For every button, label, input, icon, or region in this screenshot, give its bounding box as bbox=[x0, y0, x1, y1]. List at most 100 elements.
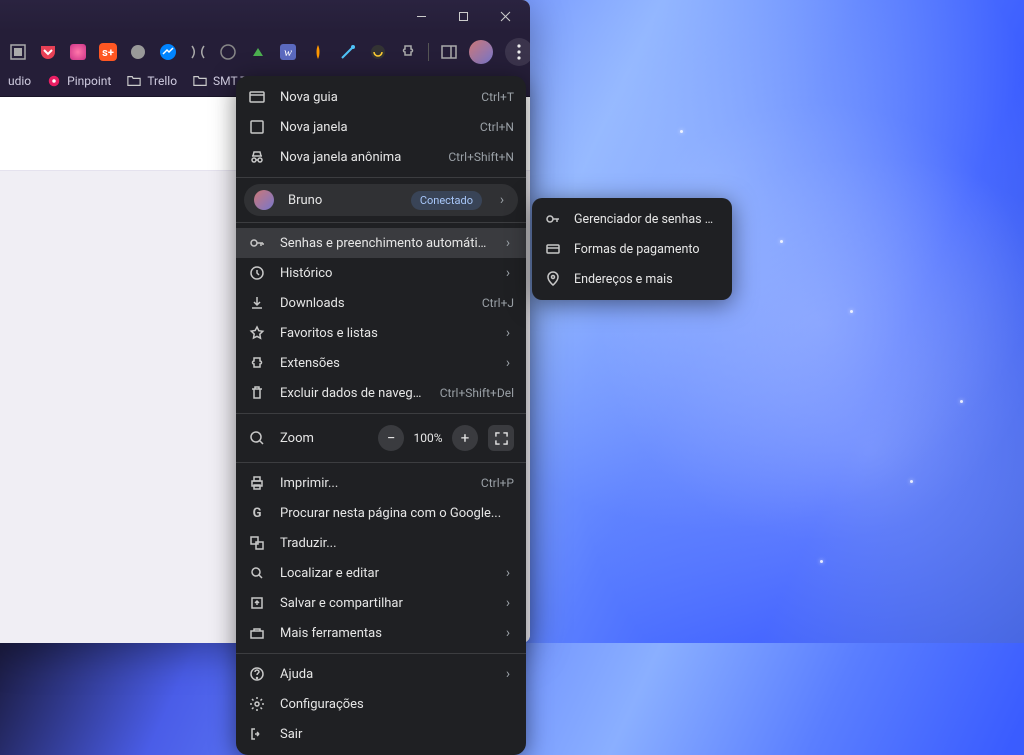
extension-icon-10[interactable] bbox=[368, 42, 388, 62]
translate-icon bbox=[248, 534, 266, 552]
read-mode-icon[interactable] bbox=[8, 42, 28, 62]
chevron-right-icon: › bbox=[502, 595, 514, 611]
menu-exit[interactable]: Sair bbox=[236, 719, 526, 749]
menu-label: Localizar e editar bbox=[280, 566, 488, 581]
menu-shortcut: Ctrl+Shift+Del bbox=[440, 386, 514, 400]
menu-label: Gerenciador de senhas do Google bbox=[574, 212, 720, 227]
fullscreen-button[interactable] bbox=[488, 425, 514, 451]
menu-shortcut: Ctrl+P bbox=[481, 476, 514, 490]
menu-label: Excluir dados de navegação... bbox=[280, 386, 426, 401]
minimize-button[interactable] bbox=[400, 2, 442, 30]
key-icon bbox=[248, 234, 266, 252]
menu-save-share[interactable]: Salvar e compartilhar › bbox=[236, 588, 526, 618]
menu-label: Downloads bbox=[280, 296, 468, 311]
extension-icon-9[interactable] bbox=[338, 42, 358, 62]
profile-avatar-icon bbox=[254, 190, 274, 210]
bookmark-label: Pinpoint bbox=[67, 74, 111, 88]
chrome-menu-button[interactable] bbox=[505, 38, 530, 66]
menu-new-window[interactable]: Nova janela Ctrl+N bbox=[236, 112, 526, 142]
extension-icon-3[interactable] bbox=[128, 42, 148, 62]
print-icon bbox=[248, 474, 266, 492]
menu-profile[interactable]: Bruno Conectado › bbox=[244, 184, 518, 216]
menu-label: Zoom bbox=[280, 431, 364, 446]
menu-settings[interactable]: Configurações bbox=[236, 689, 526, 719]
chevron-right-icon: › bbox=[502, 625, 514, 641]
menu-label: Favoritos e listas bbox=[280, 326, 488, 341]
menu-print[interactable]: Imprimir... Ctrl+P bbox=[236, 468, 526, 498]
chevron-right-icon: › bbox=[502, 325, 514, 341]
zoom-out-button[interactable]: − bbox=[378, 425, 404, 451]
side-panel-icon[interactable] bbox=[439, 42, 459, 62]
close-button[interactable] bbox=[484, 2, 526, 30]
exit-icon bbox=[248, 725, 266, 743]
toolbox-icon bbox=[248, 624, 266, 642]
extensions-puzzle-icon[interactable] bbox=[398, 42, 418, 62]
submenu-addresses[interactable]: Endereços e mais bbox=[532, 264, 732, 294]
chevron-right-icon: › bbox=[502, 565, 514, 581]
chevron-right-icon: › bbox=[496, 192, 508, 208]
extensions-toolbar: s+ w bbox=[0, 32, 530, 70]
submenu-password-manager[interactable]: Gerenciador de senhas do Google bbox=[532, 204, 732, 234]
menu-help[interactable]: Ajuda › bbox=[236, 659, 526, 689]
maximize-button[interactable] bbox=[442, 2, 484, 30]
extension-icon-6[interactable] bbox=[248, 42, 268, 62]
extension-icon-1[interactable] bbox=[68, 42, 88, 62]
menu-label: Formas de pagamento bbox=[574, 242, 720, 257]
profile-name: Bruno bbox=[288, 193, 397, 208]
submenu-payment[interactable]: Formas de pagamento bbox=[532, 234, 732, 264]
menu-label: Imprimir... bbox=[280, 476, 467, 491]
menu-incognito[interactable]: Nova janela anônima Ctrl+Shift+N bbox=[236, 142, 526, 172]
chevron-right-icon: › bbox=[502, 265, 514, 281]
menu-search-google[interactable]: G Procurar nesta página com o Google... bbox=[236, 498, 526, 528]
menu-shortcut: Ctrl+J bbox=[482, 296, 514, 310]
zoom-value: 100% bbox=[408, 431, 448, 445]
menu-separator bbox=[236, 222, 526, 223]
menu-shortcut: Ctrl+Shift+N bbox=[448, 150, 514, 164]
menu-separator bbox=[236, 462, 526, 463]
menu-find-edit[interactable]: Localizar e editar › bbox=[236, 558, 526, 588]
key-icon bbox=[544, 210, 562, 228]
window-titlebar bbox=[0, 0, 530, 32]
history-icon bbox=[248, 264, 266, 282]
menu-separator bbox=[236, 653, 526, 654]
menu-zoom: Zoom − 100% + bbox=[236, 419, 526, 457]
profile-avatar[interactable] bbox=[469, 40, 493, 64]
zoom-icon bbox=[248, 429, 266, 447]
puzzle-icon bbox=[248, 354, 266, 372]
pocket-icon[interactable] bbox=[38, 42, 58, 62]
menu-label: Configurações bbox=[280, 697, 514, 712]
new-tab-icon bbox=[248, 88, 266, 106]
bookmark-label: udio bbox=[8, 74, 31, 88]
menu-label: Nova janela bbox=[280, 120, 466, 135]
search-icon bbox=[248, 564, 266, 582]
new-window-icon bbox=[248, 118, 266, 136]
extension-icon-8[interactable] bbox=[308, 42, 328, 62]
extension-icon-2[interactable]: s+ bbox=[98, 42, 118, 62]
trash-icon bbox=[248, 384, 266, 402]
menu-passwords[interactable]: Senhas e preenchimento automático › bbox=[236, 228, 526, 258]
bookmark-label: Trello bbox=[147, 74, 177, 88]
extension-icon-7[interactable]: w bbox=[278, 42, 298, 62]
bookmark-folder[interactable]: Trello bbox=[127, 74, 177, 88]
menu-label: Endereços e mais bbox=[574, 272, 720, 287]
menu-extensions[interactable]: Extensões › bbox=[236, 348, 526, 378]
menu-history[interactable]: Histórico › bbox=[236, 258, 526, 288]
menu-label: Ajuda bbox=[280, 667, 488, 682]
menu-more-tools[interactable]: Mais ferramentas › bbox=[236, 618, 526, 648]
menu-new-tab[interactable]: Nova guia Ctrl+T bbox=[236, 82, 526, 112]
messenger-icon[interactable] bbox=[158, 42, 178, 62]
menu-shortcut: Ctrl+T bbox=[481, 90, 514, 104]
menu-downloads[interactable]: Downloads Ctrl+J bbox=[236, 288, 526, 318]
menu-label: Sair bbox=[280, 727, 514, 742]
bookmark-item[interactable]: udio bbox=[8, 74, 31, 88]
menu-translate[interactable]: Traduzir... bbox=[236, 528, 526, 558]
menu-label: Mais ferramentas bbox=[280, 626, 488, 641]
menu-clear-data[interactable]: Excluir dados de navegação... Ctrl+Shift… bbox=[236, 378, 526, 408]
menu-label: Salvar e compartilhar bbox=[280, 596, 488, 611]
menu-label: Nova janela anônima bbox=[280, 150, 434, 165]
extension-icon-4[interactable] bbox=[188, 42, 208, 62]
zoom-in-button[interactable]: + bbox=[452, 425, 478, 451]
menu-bookmarks[interactable]: Favoritos e listas › bbox=[236, 318, 526, 348]
extension-icon-5[interactable] bbox=[218, 42, 238, 62]
bookmark-item[interactable]: Pinpoint bbox=[47, 74, 111, 88]
